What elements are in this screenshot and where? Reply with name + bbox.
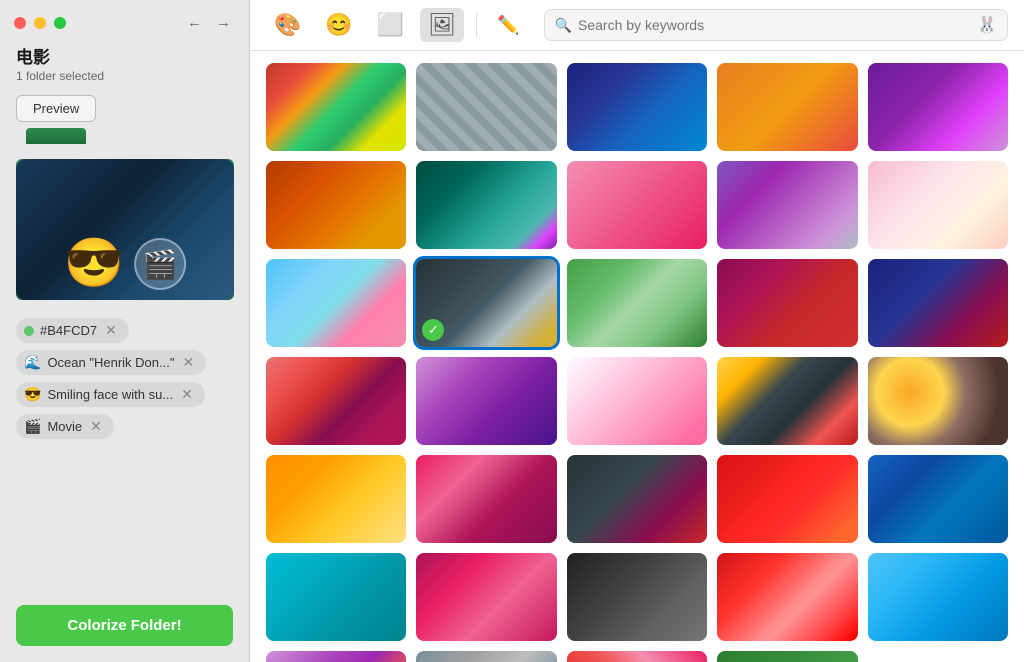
image-cell[interactable] (717, 161, 857, 249)
image-cell[interactable] (717, 455, 857, 543)
movie-emoji-icon: 🎬 (24, 418, 41, 435)
color-dot-icon (24, 326, 34, 336)
selected-check-icon: ✓ (422, 319, 444, 341)
image-cell[interactable] (868, 161, 1008, 249)
tag-ocean-label: Ocean "Henrik Don..." (47, 355, 174, 370)
image-cell[interactable] (567, 63, 707, 151)
folder-preview: 😎 🎬 (16, 140, 234, 300)
tag-smiling: 😎 Smiling face with su... ✕ (16, 382, 205, 407)
image-cell[interactable] (717, 651, 857, 662)
minimize-button[interactable] (34, 17, 46, 29)
search-icon: 🔍 (555, 17, 572, 34)
image-cell[interactable] (266, 357, 406, 445)
tag-ocean: 🌊 Ocean "Henrik Don..." ✕ (16, 350, 206, 375)
app-title: 电影 (16, 43, 233, 68)
image-cell[interactable] (567, 455, 707, 543)
image-cell[interactable] (717, 357, 857, 445)
folder-emoji-icon: 😎 (64, 240, 124, 288)
image-cell[interactable] (567, 259, 707, 347)
tag-ocean-remove[interactable]: ✕ (180, 354, 196, 371)
image-cell[interactable] (868, 259, 1008, 347)
tag-color-label: #B4FCD7 (40, 323, 97, 338)
image-cell[interactable] (266, 651, 406, 662)
image-cell[interactable] (416, 63, 556, 151)
eyedropper-tool-button[interactable]: ✏️ (489, 11, 527, 40)
tag-color-remove[interactable]: ✕ (103, 322, 119, 339)
tag-movie-label: Movie (47, 419, 82, 434)
image-cell[interactable] (266, 553, 406, 641)
image-cell[interactable] (567, 161, 707, 249)
image-cell[interactable] (266, 259, 406, 347)
close-button[interactable] (14, 17, 26, 29)
folder-tab (26, 128, 86, 144)
image-cell[interactable] (416, 161, 556, 249)
tag-movie: 🎬 Movie ✕ (16, 414, 114, 439)
image-cell[interactable] (717, 63, 857, 151)
toolbar: 🎨 😊 ⬜ 🖼 ✏️ 🔍 🐰 (250, 0, 1024, 51)
titlebar: ← → (0, 0, 249, 39)
image-cell[interactable] (567, 357, 707, 445)
image-cell[interactable] (717, 553, 857, 641)
image-cell[interactable] (416, 651, 556, 662)
folder-icons: 😎 🎬 (64, 238, 186, 290)
palette-tool-button[interactable]: 🎨 (266, 8, 309, 42)
main-panel: 🎨 😊 ⬜ 🖼 ✏️ 🔍 🐰 ✓ (250, 0, 1024, 662)
forward-button[interactable]: → (212, 12, 235, 33)
image-cell[interactable] (567, 553, 707, 641)
smiling-emoji-icon: 😎 (24, 386, 41, 403)
emoji-tool-button[interactable]: 😊 (317, 8, 360, 42)
image-cell[interactable] (868, 63, 1008, 151)
toolbar-divider (476, 13, 477, 37)
maximize-button[interactable] (54, 17, 66, 29)
film-symbol: 🎬 (142, 248, 177, 281)
image-cell[interactable] (868, 455, 1008, 543)
colorize-button[interactable]: Colorize Folder! (16, 605, 233, 646)
search-emoji-icon: 🐰 (977, 15, 997, 35)
image-cell[interactable]: ✓ (416, 259, 556, 347)
image-cell[interactable] (868, 357, 1008, 445)
tag-color: #B4FCD7 ✕ (16, 318, 129, 343)
search-input[interactable] (578, 17, 971, 33)
search-box: 🔍 🐰 (544, 9, 1008, 41)
tag-movie-remove[interactable]: ✕ (88, 418, 104, 435)
image-cell[interactable] (266, 161, 406, 249)
tag-smiling-remove[interactable]: ✕ (179, 386, 195, 403)
folder-status: 1 folder selected (16, 69, 233, 83)
sidebar: ← → 电影 1 folder selected Preview 😎 🎬 #B4… (0, 0, 250, 662)
app-title-section: 电影 1 folder selected (0, 39, 249, 85)
image-cell[interactable] (717, 259, 857, 347)
images-grid: ✓ (250, 51, 1024, 662)
images-tool-button[interactable]: 🖼 (420, 8, 464, 42)
image-cell[interactable] (416, 357, 556, 445)
image-cell[interactable] (416, 455, 556, 543)
ocean-emoji-icon: 🌊 (24, 354, 41, 371)
image-cell[interactable] (567, 651, 707, 662)
image-cell[interactable] (416, 553, 556, 641)
back-button[interactable]: ← (183, 12, 206, 33)
image-cell[interactable] (868, 553, 1008, 641)
tags-section: #B4FCD7 ✕ 🌊 Ocean "Henrik Don..." ✕ 😎 Sm… (0, 308, 249, 449)
preview-button[interactable]: Preview (16, 95, 96, 122)
image-cell[interactable] (266, 63, 406, 151)
tag-smiling-label: Smiling face with su... (47, 387, 173, 402)
image-cell[interactable] (266, 455, 406, 543)
layers-tool-button[interactable]: ⬜ (369, 8, 412, 42)
folder-film-icon: 🎬 (134, 238, 186, 290)
